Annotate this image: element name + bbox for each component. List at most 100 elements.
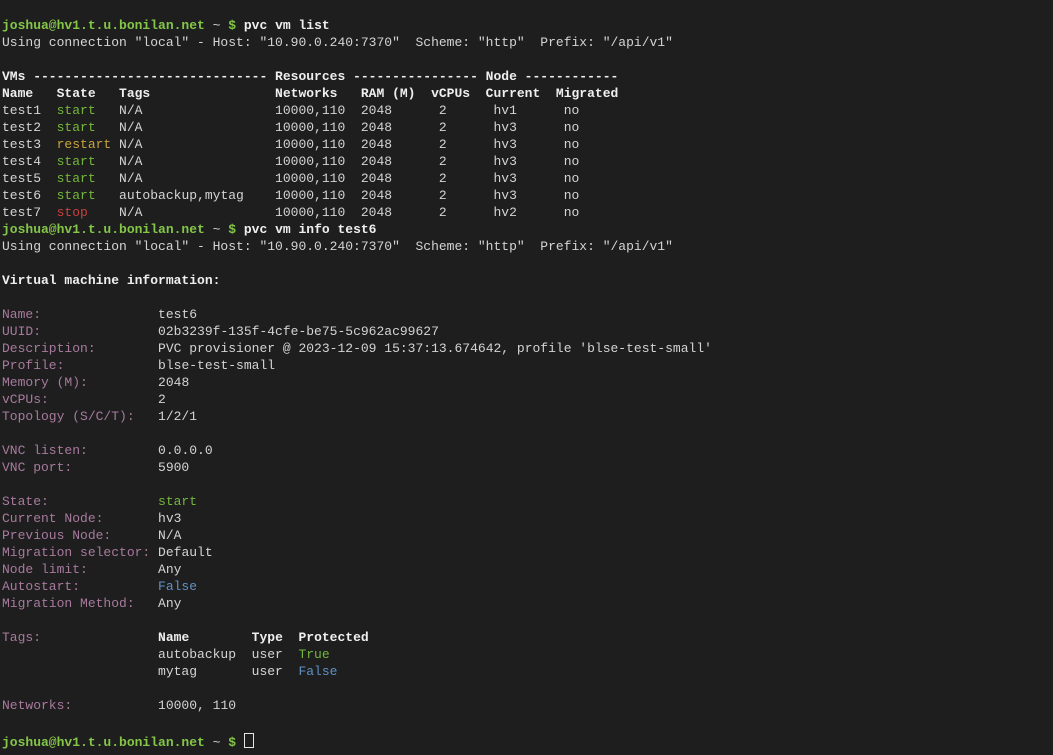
info-value: 5900 xyxy=(72,460,189,475)
vm-state: start xyxy=(57,103,96,118)
info-label: UUID: xyxy=(2,324,41,339)
prompt-line: joshua@hv1.t.u.bonilan.net ~ $ xyxy=(2,731,1053,748)
connection-line: Using connection "local" - Host: "10.90.… xyxy=(2,238,1053,255)
command-text: pvc vm info test6 xyxy=(244,222,377,237)
vm-name: test6 xyxy=(2,188,57,203)
blank-line xyxy=(2,680,1053,697)
section-title-line: Virtual machine information: xyxy=(2,272,1053,289)
vm-row-details: N/A 10000,110 2048 2 hv3 no xyxy=(96,154,580,169)
tag-protected: False xyxy=(298,664,337,679)
vm-table-group-header-line: VMs ------------------------------ Resou… xyxy=(2,68,1053,85)
info-line: UUID: 02b3239f-135f-4cfe-be75-5c962ac996… xyxy=(2,323,1053,340)
info-line: State: start xyxy=(2,493,1053,510)
vm-row: test1 start N/A 10000,110 2048 2 hv1 no xyxy=(2,102,1053,119)
vm-name: test3 xyxy=(2,137,57,152)
vm-row: test7 stop N/A 10000,110 2048 2 hv2 no xyxy=(2,204,1053,221)
info-label: Networks: xyxy=(2,698,72,713)
blank-line xyxy=(2,612,1053,629)
tag-protected: True xyxy=(298,647,329,662)
info-line: Migration Method: Any xyxy=(2,595,1053,612)
info-value: test6 xyxy=(41,307,197,322)
info-label: Description: xyxy=(2,341,96,356)
vm-row: test2 start N/A 10000,110 2048 2 hv3 no xyxy=(2,119,1053,136)
vm-table-column-header-line: Name State Tags Networks RAM (M) vCPUs C… xyxy=(2,85,1053,102)
info-line: VNC listen: 0.0.0.0 xyxy=(2,442,1053,459)
prompt-symbol: $ xyxy=(228,735,244,750)
tags-header-line: Tags: Name Type Protected xyxy=(2,629,1053,646)
info-label: Topology (S/C/T): xyxy=(2,409,135,424)
vm-row: test4 start N/A 10000,110 2048 2 hv3 no xyxy=(2,153,1053,170)
info-line: Networks: 10000, 110 xyxy=(2,697,1053,714)
blank-line xyxy=(2,476,1053,493)
tags-table-header: Name Type Protected xyxy=(158,630,369,645)
vm-table-column-header: Name State Tags Networks RAM (M) vCPUs C… xyxy=(2,86,618,101)
section-title: Virtual machine information: xyxy=(2,273,220,288)
vm-table-group-header: VMs ------------------------------ Resou… xyxy=(2,69,618,84)
command-text: pvc vm list xyxy=(244,18,330,33)
tag-row: autobackup user True xyxy=(2,646,1053,663)
info-line: Topology (S/C/T): 1/2/1 xyxy=(2,408,1053,425)
info-value: 02b3239f-135f-4cfe-be75-5c962ac99627 xyxy=(41,324,439,339)
blank-line xyxy=(2,714,1053,731)
tag-name-type: mytag user xyxy=(2,664,298,679)
info-value: PVC provisioner @ 2023-12-09 15:37:13.67… xyxy=(96,341,712,356)
vm-row-details: N/A 10000,110 2048 2 hv3 no xyxy=(96,171,580,186)
prompt-symbol: $ xyxy=(228,222,244,237)
info-label: Migration Method: xyxy=(2,596,135,611)
info-line: Autostart: False xyxy=(2,578,1053,595)
vm-name: test5 xyxy=(2,171,57,186)
info-label: Name: xyxy=(2,307,41,322)
info-value: Default xyxy=(150,545,212,560)
vm-row-details: N/A 10000,110 2048 2 hv3 no xyxy=(111,137,579,152)
connection-info: Using connection "local" - Host: "10.90.… xyxy=(2,35,673,50)
info-line: Name: test6 xyxy=(2,306,1053,323)
info-value: blse-test-small xyxy=(64,358,275,373)
info-line: Node limit: Any xyxy=(2,561,1053,578)
info-value: hv3 xyxy=(103,511,181,526)
vm-name: test1 xyxy=(2,103,57,118)
prompt-cwd: ~ xyxy=(205,18,228,33)
info-label: Node limit: xyxy=(2,562,88,577)
info-label: Current Node: xyxy=(2,511,103,526)
vm-row-details: autobackup,mytag 10000,110 2048 2 hv3 no xyxy=(96,188,580,203)
prompt-symbol: $ xyxy=(228,18,244,33)
info-value: 0.0.0.0 xyxy=(88,443,213,458)
info-value: N/A xyxy=(111,528,181,543)
vm-state: start xyxy=(57,120,96,135)
prompt-user-host: joshua@hv1.t.u.bonilan.net xyxy=(2,222,205,237)
tag-name-type: autobackup user xyxy=(2,647,298,662)
terminal-cursor xyxy=(244,733,254,748)
info-line: Current Node: hv3 xyxy=(2,510,1053,527)
info-value: Any xyxy=(135,596,182,611)
info-line: Previous Node: N/A xyxy=(2,527,1053,544)
vm-row-details: N/A 10000,110 2048 2 hv1 no xyxy=(96,103,580,118)
info-pad xyxy=(49,494,158,509)
info-value: 1/2/1 xyxy=(135,409,197,424)
info-value-autostart: False xyxy=(158,579,197,594)
info-line: Profile: blse-test-small xyxy=(2,357,1053,374)
info-label: Migration selector: xyxy=(2,545,150,560)
info-label: Autostart: xyxy=(2,579,80,594)
info-value: 2048 xyxy=(88,375,189,390)
vm-state: start xyxy=(57,154,96,169)
info-label: VNC port: xyxy=(2,460,72,475)
info-pad xyxy=(41,630,158,645)
blank-line xyxy=(2,289,1053,306)
info-line: Migration selector: Default xyxy=(2,544,1053,561)
vm-name: test7 xyxy=(2,205,57,220)
info-value: Any xyxy=(88,562,182,577)
info-line: Memory (M): 2048 xyxy=(2,374,1053,391)
info-value: 2 xyxy=(49,392,166,407)
vm-state: start xyxy=(57,188,96,203)
info-label: VNC listen: xyxy=(2,443,88,458)
vm-row: test5 start N/A 10000,110 2048 2 hv3 no xyxy=(2,170,1053,187)
blank-line xyxy=(2,425,1053,442)
info-label: Memory (M): xyxy=(2,375,88,390)
info-label: vCPUs: xyxy=(2,392,49,407)
info-label: Previous Node: xyxy=(2,528,111,543)
connection-info: Using connection "local" - Host: "10.90.… xyxy=(2,239,673,254)
terminal-screen[interactable]: joshua@hv1.t.u.bonilan.net ~ $ pvc vm li… xyxy=(0,13,1053,755)
prompt-cwd: ~ xyxy=(205,222,228,237)
info-label: State: xyxy=(2,494,49,509)
tag-row: mytag user False xyxy=(2,663,1053,680)
